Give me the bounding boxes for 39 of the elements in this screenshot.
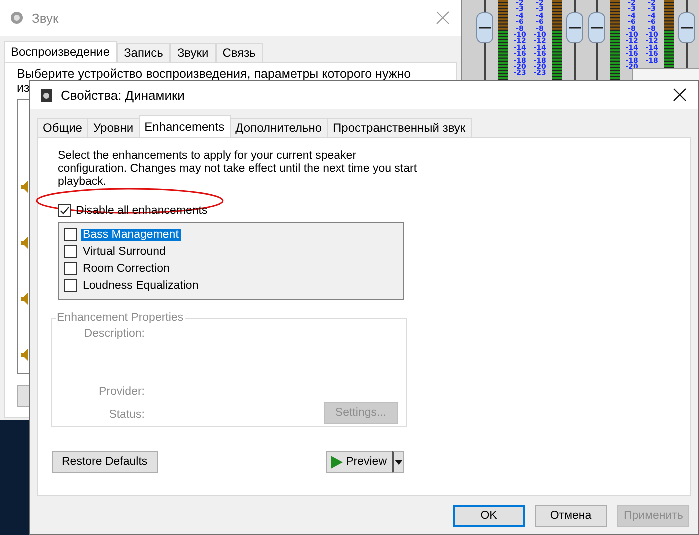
field-label: Description: — [84, 328, 145, 340]
field-label: Provider: — [98, 386, 145, 398]
instruction-text: из — [17, 81, 30, 95]
dialog-button[interactable]: OK — [453, 505, 525, 527]
speaker-icon — [10, 10, 24, 26]
instruction-text: Выберите устройство воспроизведения, параметры которого нужно — [17, 67, 412, 81]
tab[interactable]: Звуки — [170, 43, 216, 62]
speaker-icon — [40, 88, 53, 102]
close-icon — [435, 10, 451, 26]
tab[interactable]: Пространственный звук — [327, 118, 472, 137]
checkbox[interactable] — [64, 279, 77, 292]
dropdown-button[interactable] — [392, 451, 404, 473]
description-text: Select the enhancements to apply for your current speaker configuration. Changes may not take effect until the next time you start playback. — [58, 150, 418, 189]
dialog-button[interactable]: Отмена — [535, 505, 607, 527]
list-item[interactable]: Virtual Surround — [81, 246, 168, 258]
close-icon — [672, 87, 688, 103]
list-item[interactable]: Bass Management — [81, 228, 181, 240]
checkbox[interactable] — [58, 204, 71, 217]
play-icon — [331, 456, 344, 468]
tab[interactable]: Связь — [216, 43, 263, 62]
list-item[interactable]: Loudness Equalization — [81, 280, 201, 292]
tab[interactable]: Enhancements — [138, 115, 231, 137]
tab[interactable]: Уровни — [87, 118, 140, 137]
window-title: Свойства: Динамики — [61, 88, 186, 102]
list-item[interactable]: Room Correction — [81, 262, 172, 274]
field-label: Status: — [109, 409, 145, 421]
group-title: Enhancement Properties — [56, 312, 185, 324]
tab[interactable]: Общие — [37, 118, 88, 137]
tab[interactable]: Запись — [117, 43, 170, 62]
check-icon — [59, 205, 70, 216]
checkbox[interactable] — [64, 228, 77, 241]
restore-defaults-button[interactable]: Restore Defaults — [52, 451, 158, 473]
tab[interactable]: Дополнительно — [230, 118, 328, 137]
checkbox[interactable] — [64, 245, 77, 258]
checkbox[interactable] — [64, 262, 77, 275]
caret-icon — [394, 460, 402, 464]
window-title: Звук — [32, 10, 60, 26]
preview-button[interactable]: Preview — [326, 451, 392, 473]
tab[interactable]: Воспроизведение — [4, 41, 118, 62]
